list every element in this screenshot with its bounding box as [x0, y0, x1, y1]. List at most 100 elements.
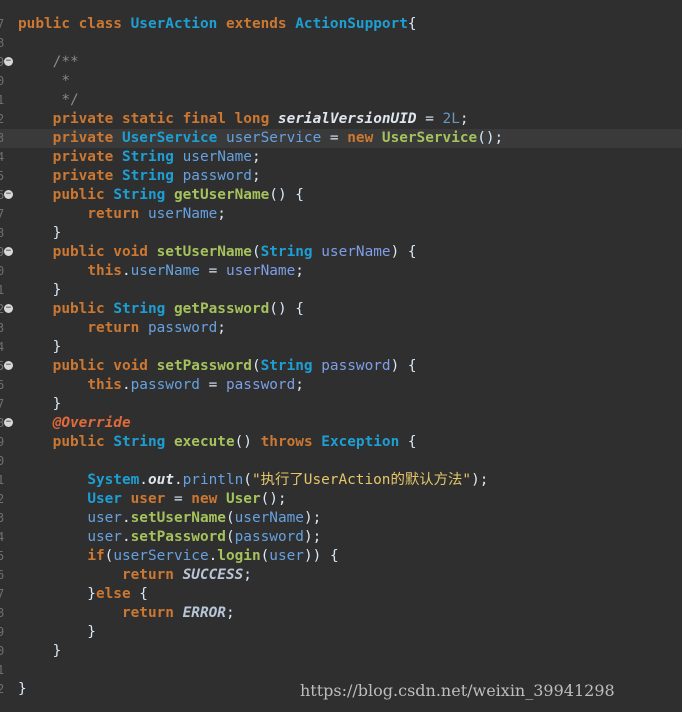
code-line[interactable]: 8− @Override — [0, 414, 682, 433]
code-token: password — [182, 168, 252, 184]
code-line[interactable]: 5 private String password; — [0, 167, 682, 186]
code-token: String — [113, 434, 174, 450]
code-token: new — [191, 491, 226, 507]
code-token: password — [225, 377, 296, 393]
code-token: ( — [260, 548, 270, 564]
code-token: return — [87, 206, 148, 222]
code-token: System — [87, 472, 140, 488]
code-token: SUCCESS — [182, 567, 244, 583]
code-token: setPassword — [130, 529, 226, 545]
code-line[interactable]: 5 if(userService.login(user)) { — [0, 547, 682, 566]
code-token: . — [121, 263, 131, 279]
code-line[interactable]: 8 return ERROR; — [0, 604, 682, 623]
code-token: = — [416, 111, 443, 127]
code-token: UserAction — [130, 16, 226, 32]
code-text: System.out.println("执行了UserAction的默认方法")… — [18, 471, 488, 490]
code-text: } — [18, 395, 62, 414]
code-text: @Override — [18, 414, 131, 433]
code-line[interactable]: 9 public String execute() throws Excepti… — [0, 433, 682, 452]
fold-collapse-icon[interactable]: − — [4, 418, 13, 427]
code-token: String — [113, 187, 174, 203]
code-line[interactable]: 6 this.password = password; — [0, 376, 682, 395]
code-token: . — [121, 377, 131, 393]
code-token: /** — [52, 54, 79, 70]
code-token: = — [199, 263, 226, 279]
code-line[interactable]: 1 } — [0, 281, 682, 300]
code-token: = — [199, 377, 226, 393]
code-line[interactable]: 0 } — [0, 642, 682, 661]
code-text: private UserService userService = new Us… — [18, 129, 504, 148]
code-line[interactable]: 3 user.setUserName(userName); — [0, 509, 682, 528]
code-line[interactable]: 1 — [0, 661, 682, 680]
fold-collapse-icon[interactable]: − — [4, 361, 13, 370]
code-token: . — [121, 510, 131, 526]
code-editor[interactable]: 7 public class UserAction extends ActionS… — [0, 0, 682, 712]
line-number: 2 — [0, 682, 5, 696]
fold-collapse-icon[interactable]: − — [4, 190, 13, 199]
line-number: 7 — [0, 397, 5, 411]
code-line[interactable]: 1 */ — [0, 91, 682, 110]
code-token: () { — [269, 187, 304, 203]
code-line[interactable]: 9− /** — [0, 53, 682, 72]
code-text: public void setUserName(String userName)… — [18, 243, 417, 262]
code-token: public — [52, 434, 114, 450]
code-line[interactable]: 5− public void setPassword(String passwo… — [0, 357, 682, 376]
line-number: 8 — [0, 36, 5, 50]
code-line[interactable]: 6 return SUCCESS; — [0, 566, 682, 585]
line-number: 4 — [0, 340, 5, 354]
code-line[interactable]: 6− public String getUserName() { — [0, 186, 682, 205]
code-token: = — [321, 130, 348, 146]
code-line[interactable]: 0 — [0, 452, 682, 471]
line-number: 5 — [0, 549, 5, 563]
code-text: } — [18, 680, 27, 699]
code-line[interactable]: 3 return password; — [0, 319, 682, 338]
code-token: . — [208, 548, 218, 564]
code-line[interactable]: 4 private String userName; — [0, 148, 682, 167]
code-token: return — [121, 605, 183, 621]
code-token: ; — [251, 168, 261, 184]
code-line[interactable]: 7 public class UserAction extends ActionS… — [0, 15, 682, 34]
code-line[interactable]: 8 } — [0, 224, 682, 243]
code-token: public — [52, 301, 114, 317]
code-line[interactable]: 1 System.out.println("执行了UserAction的默认方法… — [0, 471, 682, 490]
code-token: )) { — [303, 548, 339, 564]
code-text: this.password = password; — [18, 376, 304, 395]
code-token: ( — [104, 548, 114, 564]
code-line[interactable]: 0 this.userName = userName; — [0, 262, 682, 281]
code-line[interactable]: 3 private UserService userService = new … — [0, 129, 682, 148]
code-token: ); — [471, 472, 489, 488]
code-line[interactable]: 2 private static final long serialVersio… — [0, 110, 682, 129]
code-token: public class — [18, 16, 131, 32]
code-line[interactable]: 0 * — [0, 72, 682, 91]
fold-collapse-icon[interactable]: − — [4, 57, 13, 66]
fold-collapse-icon[interactable]: − — [4, 247, 13, 256]
code-line[interactable]: 7 return userName; — [0, 205, 682, 224]
code-token: String — [260, 244, 322, 260]
code-line[interactable]: 9 } — [0, 623, 682, 642]
code-text: public class UserAction extends ActionSu… — [18, 15, 417, 34]
code-token: @Override — [52, 415, 131, 431]
line-number: 5 — [0, 169, 5, 183]
fold-collapse-icon[interactable]: − — [4, 304, 13, 313]
code-line[interactable]: 8 — [0, 34, 682, 53]
code-token: public void — [52, 244, 157, 260]
code-line[interactable]: 9− public void setUserName(String userNa… — [0, 243, 682, 262]
code-line[interactable]: 4 user.setPassword(password); — [0, 528, 682, 547]
code-text: } — [18, 642, 62, 661]
code-line[interactable]: 2 User user = new User(); — [0, 490, 682, 509]
code-text: public String execute() throws Exception… — [18, 433, 417, 452]
code-line[interactable]: 2− public String getPassword() { — [0, 300, 682, 319]
code-token: ; — [295, 263, 304, 279]
code-line[interactable]: 7 } — [0, 395, 682, 414]
code-line[interactable]: 4 } — [0, 338, 682, 357]
line-number: 4 — [0, 150, 5, 164]
code-line[interactable]: 7 }else { — [0, 585, 682, 604]
code-token: private static final long — [52, 111, 278, 127]
